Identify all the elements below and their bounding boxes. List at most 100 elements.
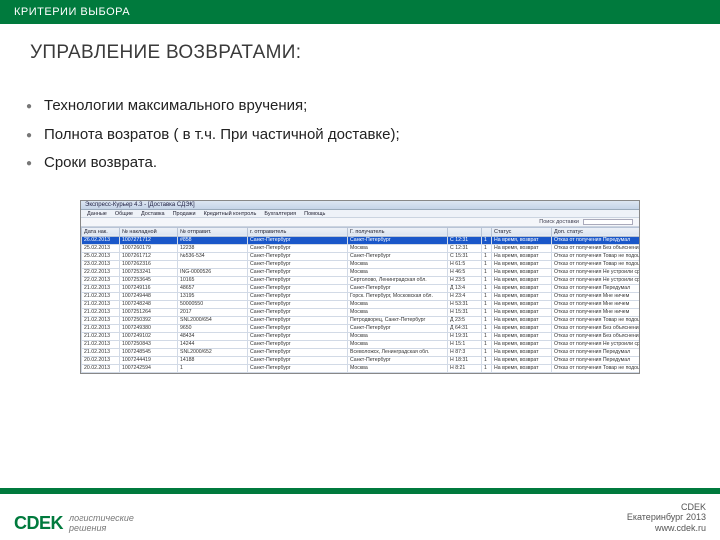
cell: Санкт-Петербург xyxy=(248,348,348,356)
cell: 1007248545 xyxy=(120,348,178,356)
cell: На время, возврат xyxy=(492,308,552,316)
cell: Д 13:4 xyxy=(448,284,482,292)
menu-item[interactable]: Помощь xyxy=(304,211,325,217)
cell: 9650 xyxy=(178,324,248,332)
cell: 21.02.2013 xyxy=(82,292,120,300)
cell: 21.02.2013 xyxy=(82,348,120,356)
cell: Санкт-Петербург xyxy=(248,340,348,348)
cell: 14188 xyxy=(178,356,248,364)
grid-body[interactable]: 26.02.20131007271712#858Санкт-ПетербургС… xyxy=(82,236,641,372)
search-input[interactable] xyxy=(583,219,633,225)
cell: На время, возврат xyxy=(492,316,552,324)
cell: На время, возврат xyxy=(492,356,552,364)
cell: 1007249116 xyxy=(120,284,178,292)
cell: На время, возврат xyxy=(492,236,552,244)
column-header[interactable]: Г. получатель xyxy=(348,227,448,236)
cell: 1 xyxy=(178,364,248,372)
cell: Отказ от получения Не устроили сроки xyxy=(552,268,641,276)
table-row[interactable]: 22.02.2013100725364510165Санкт-Петербург… xyxy=(82,276,641,284)
table-row[interactable]: 25.02.2013100726017912238Санкт-Петербург… xyxy=(82,244,641,252)
cell: На время, возврат xyxy=(492,364,552,372)
cell: Санкт-Петербург xyxy=(248,260,348,268)
cell: Москва xyxy=(348,364,448,372)
embedded-app-screenshot: Экспресс-Курьер 4.3 - [Доставка СДЭК] Да… xyxy=(80,200,640,374)
column-header[interactable]: Дата нак. xyxy=(82,227,120,236)
cell: Москва xyxy=(348,244,448,252)
cell: Санкт-Петербург xyxy=(248,284,348,292)
table-row[interactable]: 25.02.20131007261712№536-534Санкт-Петерб… xyxy=(82,252,641,260)
column-header[interactable]: № отправит. xyxy=(178,227,248,236)
data-grid[interactable]: Дата нак.№ накладной№ отправит.г. отправ… xyxy=(81,227,640,373)
cell: Санкт-Петербург xyxy=(348,252,448,260)
cell: Санкт-Петербург xyxy=(248,292,348,300)
search-bar: Поиск доставки xyxy=(81,218,639,226)
column-header[interactable]: Статус xyxy=(492,227,552,236)
table-row[interactable]: 21.02.2013100724911648657Санкт-Петербург… xyxy=(82,284,641,292)
table-row[interactable]: 21.02.201310072512642017Санкт-ПетербургМ… xyxy=(82,308,641,316)
cell: 23.02.2013 xyxy=(82,260,120,268)
column-header[interactable] xyxy=(448,227,482,236)
table-row[interactable]: 21.02.20131007250392SNL2000/654Санкт-Пет… xyxy=(82,316,641,324)
cell: Отказ от получения Передумал xyxy=(552,348,641,356)
cell: 1 xyxy=(482,252,492,260)
cell: 21.02.2013 xyxy=(82,340,120,348)
cell: #858 xyxy=(178,236,248,244)
cell: На время, возврат xyxy=(492,300,552,308)
search-label: Поиск доставки xyxy=(539,219,579,225)
table-row[interactable]: 21.02.2013100724824850000550Санкт-Петерб… xyxy=(82,300,641,308)
cell: Петродворец, Санкт-Петербург xyxy=(348,316,448,324)
app-menubar[interactable]: Данные Общие Доставка Продажи Кредитный … xyxy=(81,210,639,218)
table-row[interactable]: 21.02.2013100724944813195Санкт-Петербург… xyxy=(82,292,641,300)
table-row[interactable]: 20.02.2013100724441914188Санкт-Петербург… xyxy=(82,356,641,364)
cell: Санкт-Петербург xyxy=(248,308,348,316)
cell: 1 xyxy=(482,260,492,268)
cell: Санкт-Петербург xyxy=(348,284,448,292)
cell: 1 xyxy=(482,316,492,324)
column-header[interactable]: Доп. статус xyxy=(552,227,641,236)
cell: Санкт-Петербург xyxy=(248,268,348,276)
cell: Санкт-Петербург xyxy=(248,324,348,332)
cell: Н 8:21 xyxy=(448,364,482,372)
cell: 1007250392 xyxy=(120,316,178,324)
cell: ING-0000526 xyxy=(178,268,248,276)
column-header[interactable]: г. отправитель xyxy=(248,227,348,236)
app-title-text: Экспресс-Курьер 4.3 - [Доставка СДЭК] xyxy=(85,202,195,208)
cell: На время, возврат xyxy=(492,292,552,300)
table-row[interactable]: 23.02.20131007262316Санкт-ПетербургМоскв… xyxy=(82,260,641,268)
cell: Санкт-Петербург xyxy=(348,356,448,364)
cell: На время, возврат xyxy=(492,244,552,252)
menu-item[interactable]: Данные xyxy=(87,211,107,217)
cell: Н 53:31 xyxy=(448,300,482,308)
cell: Н 87:3 xyxy=(448,348,482,356)
cell: Всеволожск, Ленинградская обл. xyxy=(348,348,448,356)
cell: Санкт-Петербург xyxy=(248,236,348,244)
cell: Д 64:31 xyxy=(448,324,482,332)
table-row[interactable]: 22.02.20131007253241ING-0000526Санкт-Пет… xyxy=(82,268,641,276)
column-header[interactable] xyxy=(482,227,492,236)
menu-item[interactable]: Бухгалтерия xyxy=(264,211,296,217)
header-band: КРИТЕРИИ ВЫБОРА xyxy=(0,0,720,24)
cell: SNL2000/654 xyxy=(178,316,248,324)
column-header[interactable]: № накладной xyxy=(120,227,178,236)
cell: Отказ от получения Не устроили сроки xyxy=(552,340,641,348)
cell: Горск. Петербург, Московская обл. xyxy=(348,292,448,300)
cell: Отказ от получения Мне ничем xyxy=(552,308,641,316)
table-row[interactable]: 21.02.2013100724910248434Санкт-Петербург… xyxy=(82,332,641,340)
cell: 25.02.2013 xyxy=(82,252,120,260)
table-row[interactable]: 21.02.201310072493809650Санкт-ПетербургС… xyxy=(82,324,641,332)
cell: 20.02.2013 xyxy=(82,356,120,364)
table-row[interactable]: 26.02.20131007271712#858Санкт-ПетербургС… xyxy=(82,236,641,244)
menu-item[interactable]: Общие xyxy=(115,211,133,217)
cell: Отказ от получения Без объяснения xyxy=(552,244,641,252)
table-row[interactable]: 20.02.201310072425941Санкт-ПетербургМоск… xyxy=(82,364,641,372)
table-row[interactable]: 21.02.2013100725084314244Санкт-Петербург… xyxy=(82,340,641,348)
cell: Санкт-Петербург xyxy=(248,276,348,284)
table-row[interactable]: 21.02.20131007248545SNL2000/652Санкт-Пет… xyxy=(82,348,641,356)
cell: Санкт-Петербург xyxy=(248,356,348,364)
menu-item[interactable]: Продажи xyxy=(173,211,196,217)
cell: 1007253645 xyxy=(120,276,178,284)
menu-item[interactable]: Кредитный контроль xyxy=(204,211,257,217)
cell: 1007260179 xyxy=(120,244,178,252)
cell: Д 23:5 xyxy=(448,316,482,324)
menu-item[interactable]: Доставка xyxy=(141,211,165,217)
